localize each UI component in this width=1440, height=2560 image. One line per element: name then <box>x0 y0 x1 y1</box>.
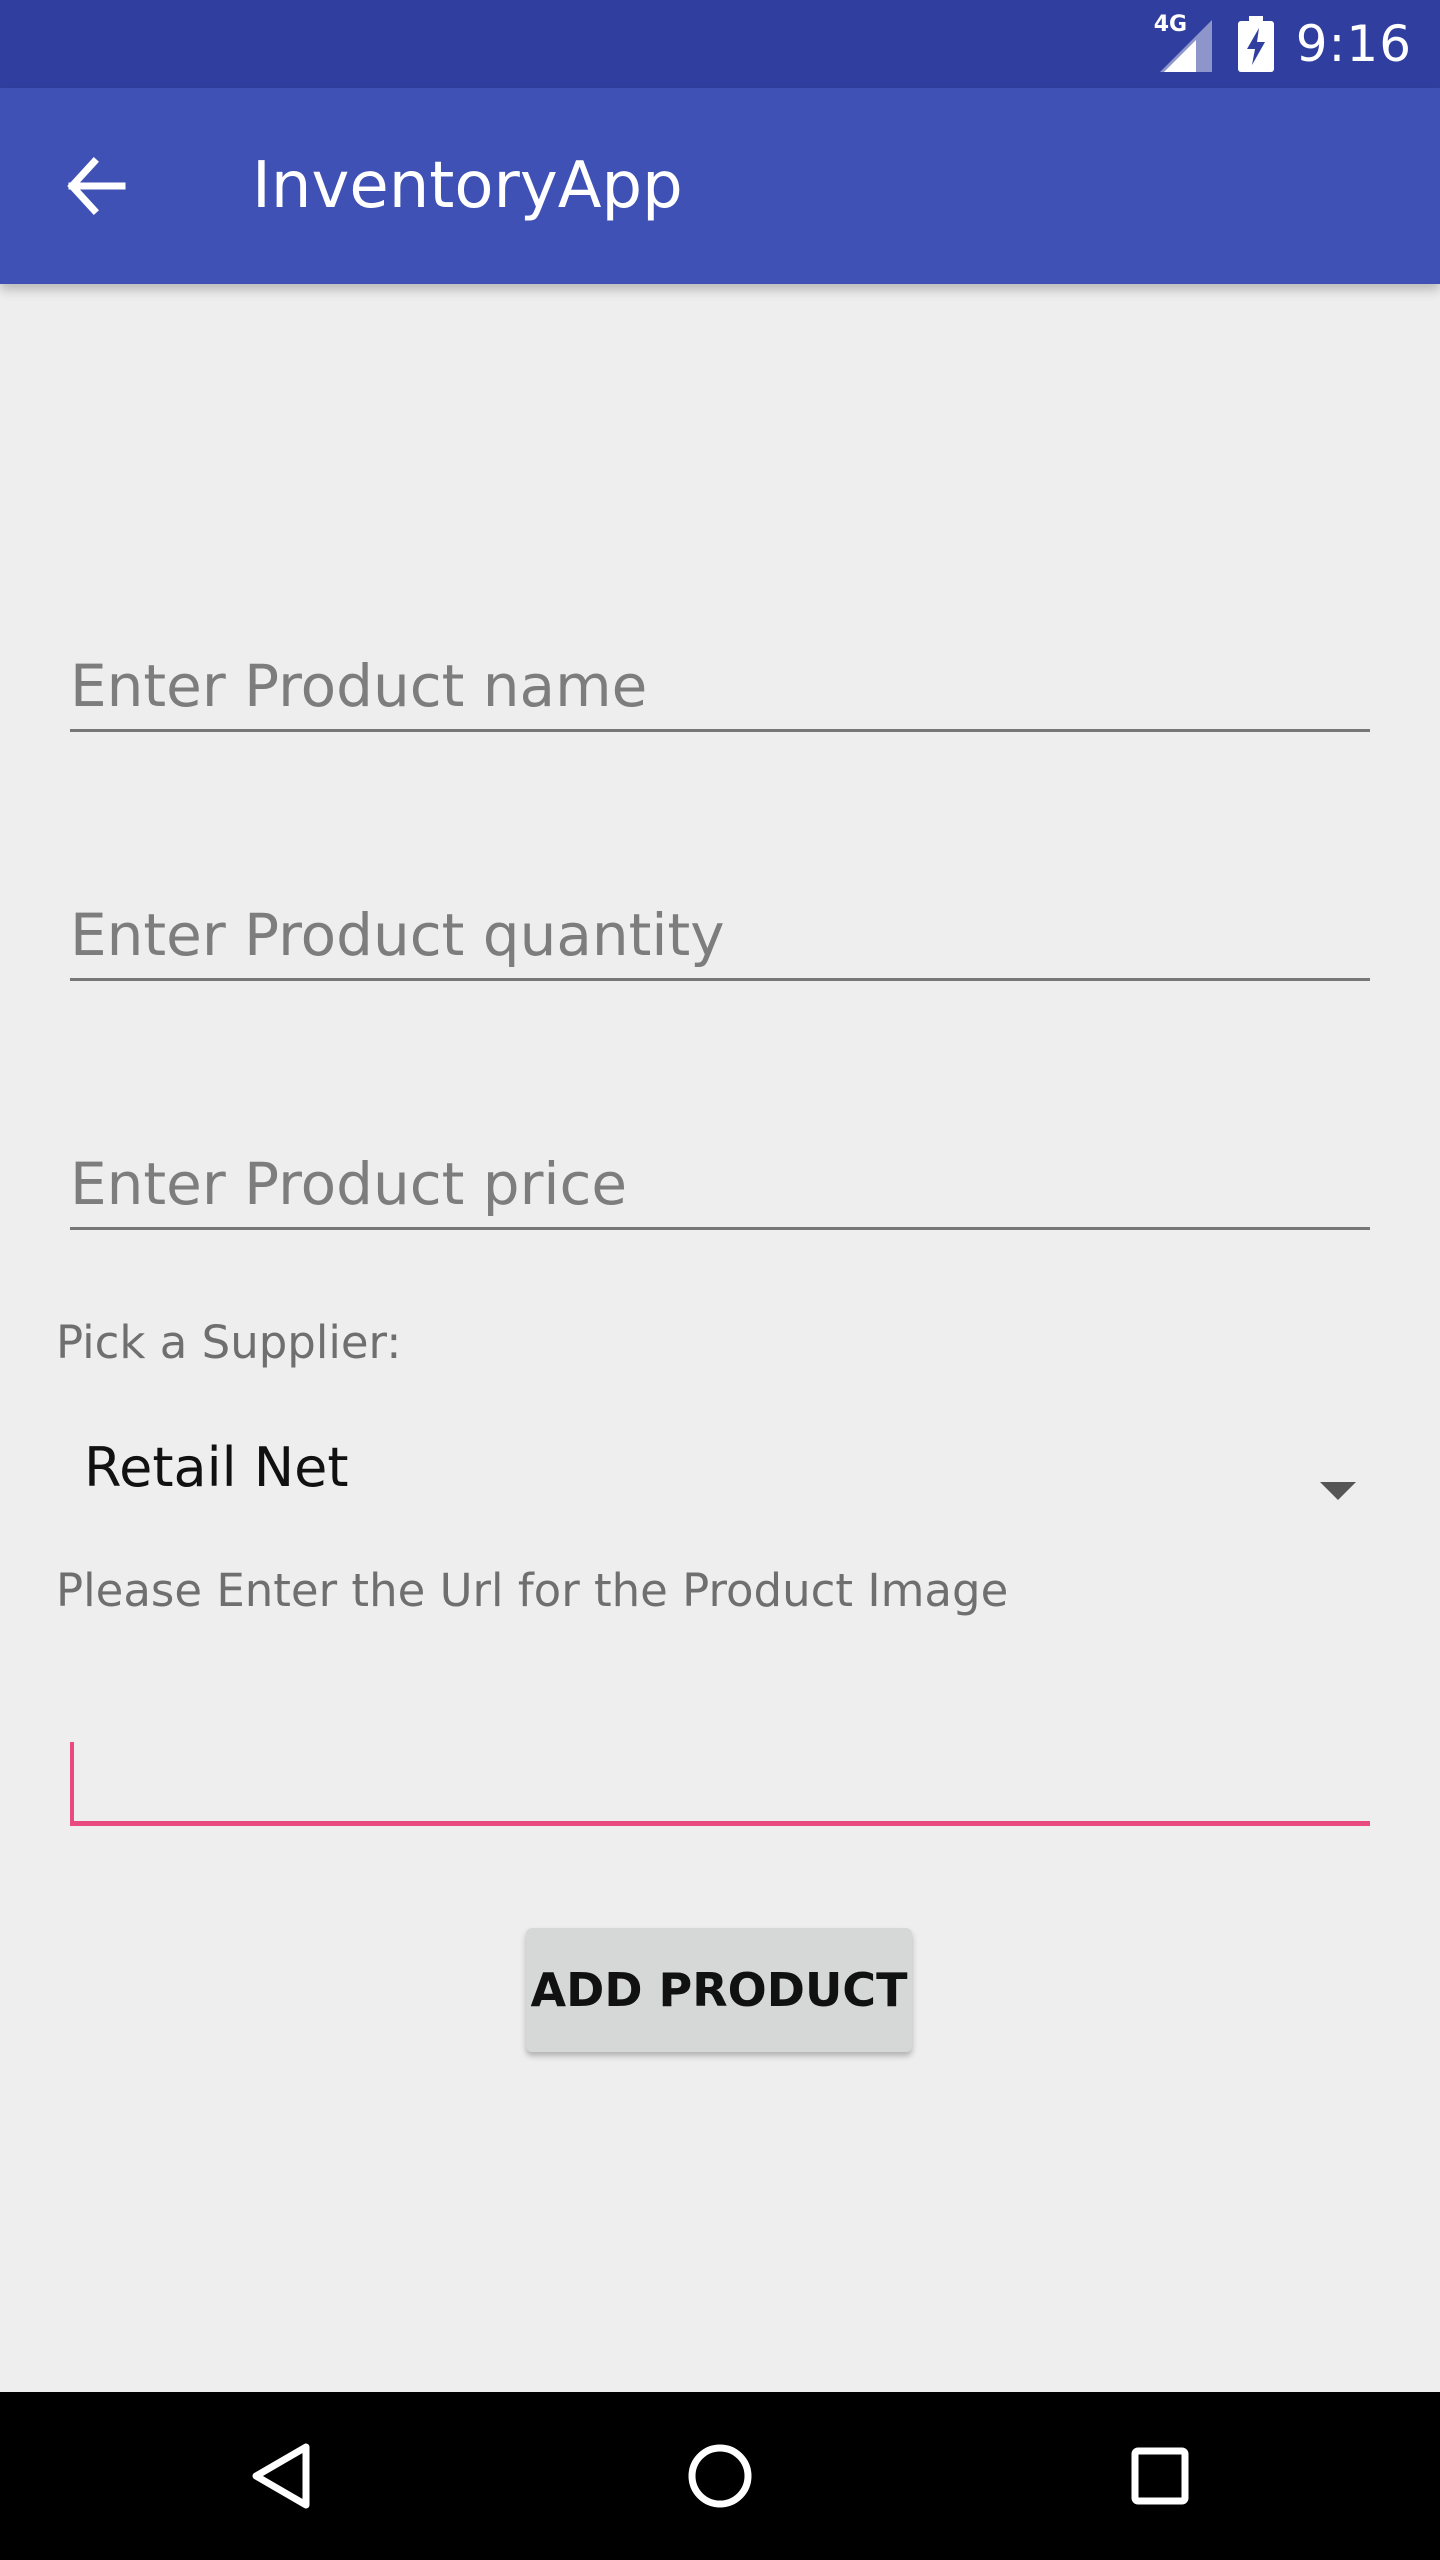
supplier-spinner[interactable]: Retail Net <box>56 1410 1376 1530</box>
app-title: InventoryApp <box>252 149 683 223</box>
image-url-field-container <box>70 1712 1370 1826</box>
signal-icon: 4G <box>1154 12 1216 74</box>
screen: 4G 9:16 InventoryApp Enter Product name … <box>0 0 1440 2560</box>
nav-recents-button[interactable] <box>1110 2426 1210 2526</box>
status-bar: 4G 9:16 <box>0 0 1440 88</box>
status-time: 9:16 <box>1295 15 1412 73</box>
add-product-button[interactable]: ADD PRODUCT <box>526 1928 912 2052</box>
battery-charging-icon <box>1237 16 1274 72</box>
nav-back-button[interactable] <box>230 2426 330 2526</box>
back-triangle-icon <box>248 2441 312 2511</box>
status-icons: 4G 9:16 <box>1154 0 1412 88</box>
dropdown-arrow-icon <box>1320 1482 1356 1500</box>
home-circle-icon <box>687 2443 753 2509</box>
product-price-field-container <box>70 1120 1370 1230</box>
nav-home-button[interactable] <box>670 2426 770 2526</box>
arrow-back-icon <box>64 154 128 218</box>
supplier-label: Pick a Supplier: <box>56 1316 402 1369</box>
product-name-input[interactable] <box>70 622 1370 729</box>
app-bar: InventoryApp <box>0 88 1440 284</box>
product-quantity-input[interactable] <box>70 871 1370 978</box>
supplier-selected-value: Retail Net <box>84 1436 349 1499</box>
recents-square-icon <box>1130 2446 1190 2506</box>
product-quantity-field-container <box>70 871 1370 981</box>
product-price-input[interactable] <box>70 1120 1370 1227</box>
image-url-input[interactable] <box>70 1712 1370 1821</box>
product-name-field-container <box>70 622 1370 732</box>
navigation-bar <box>0 2392 1440 2560</box>
image-url-label: Please Enter the Url for the Product Ima… <box>56 1564 1009 1617</box>
text-cursor <box>70 1742 74 1824</box>
back-button[interactable] <box>48 138 144 234</box>
